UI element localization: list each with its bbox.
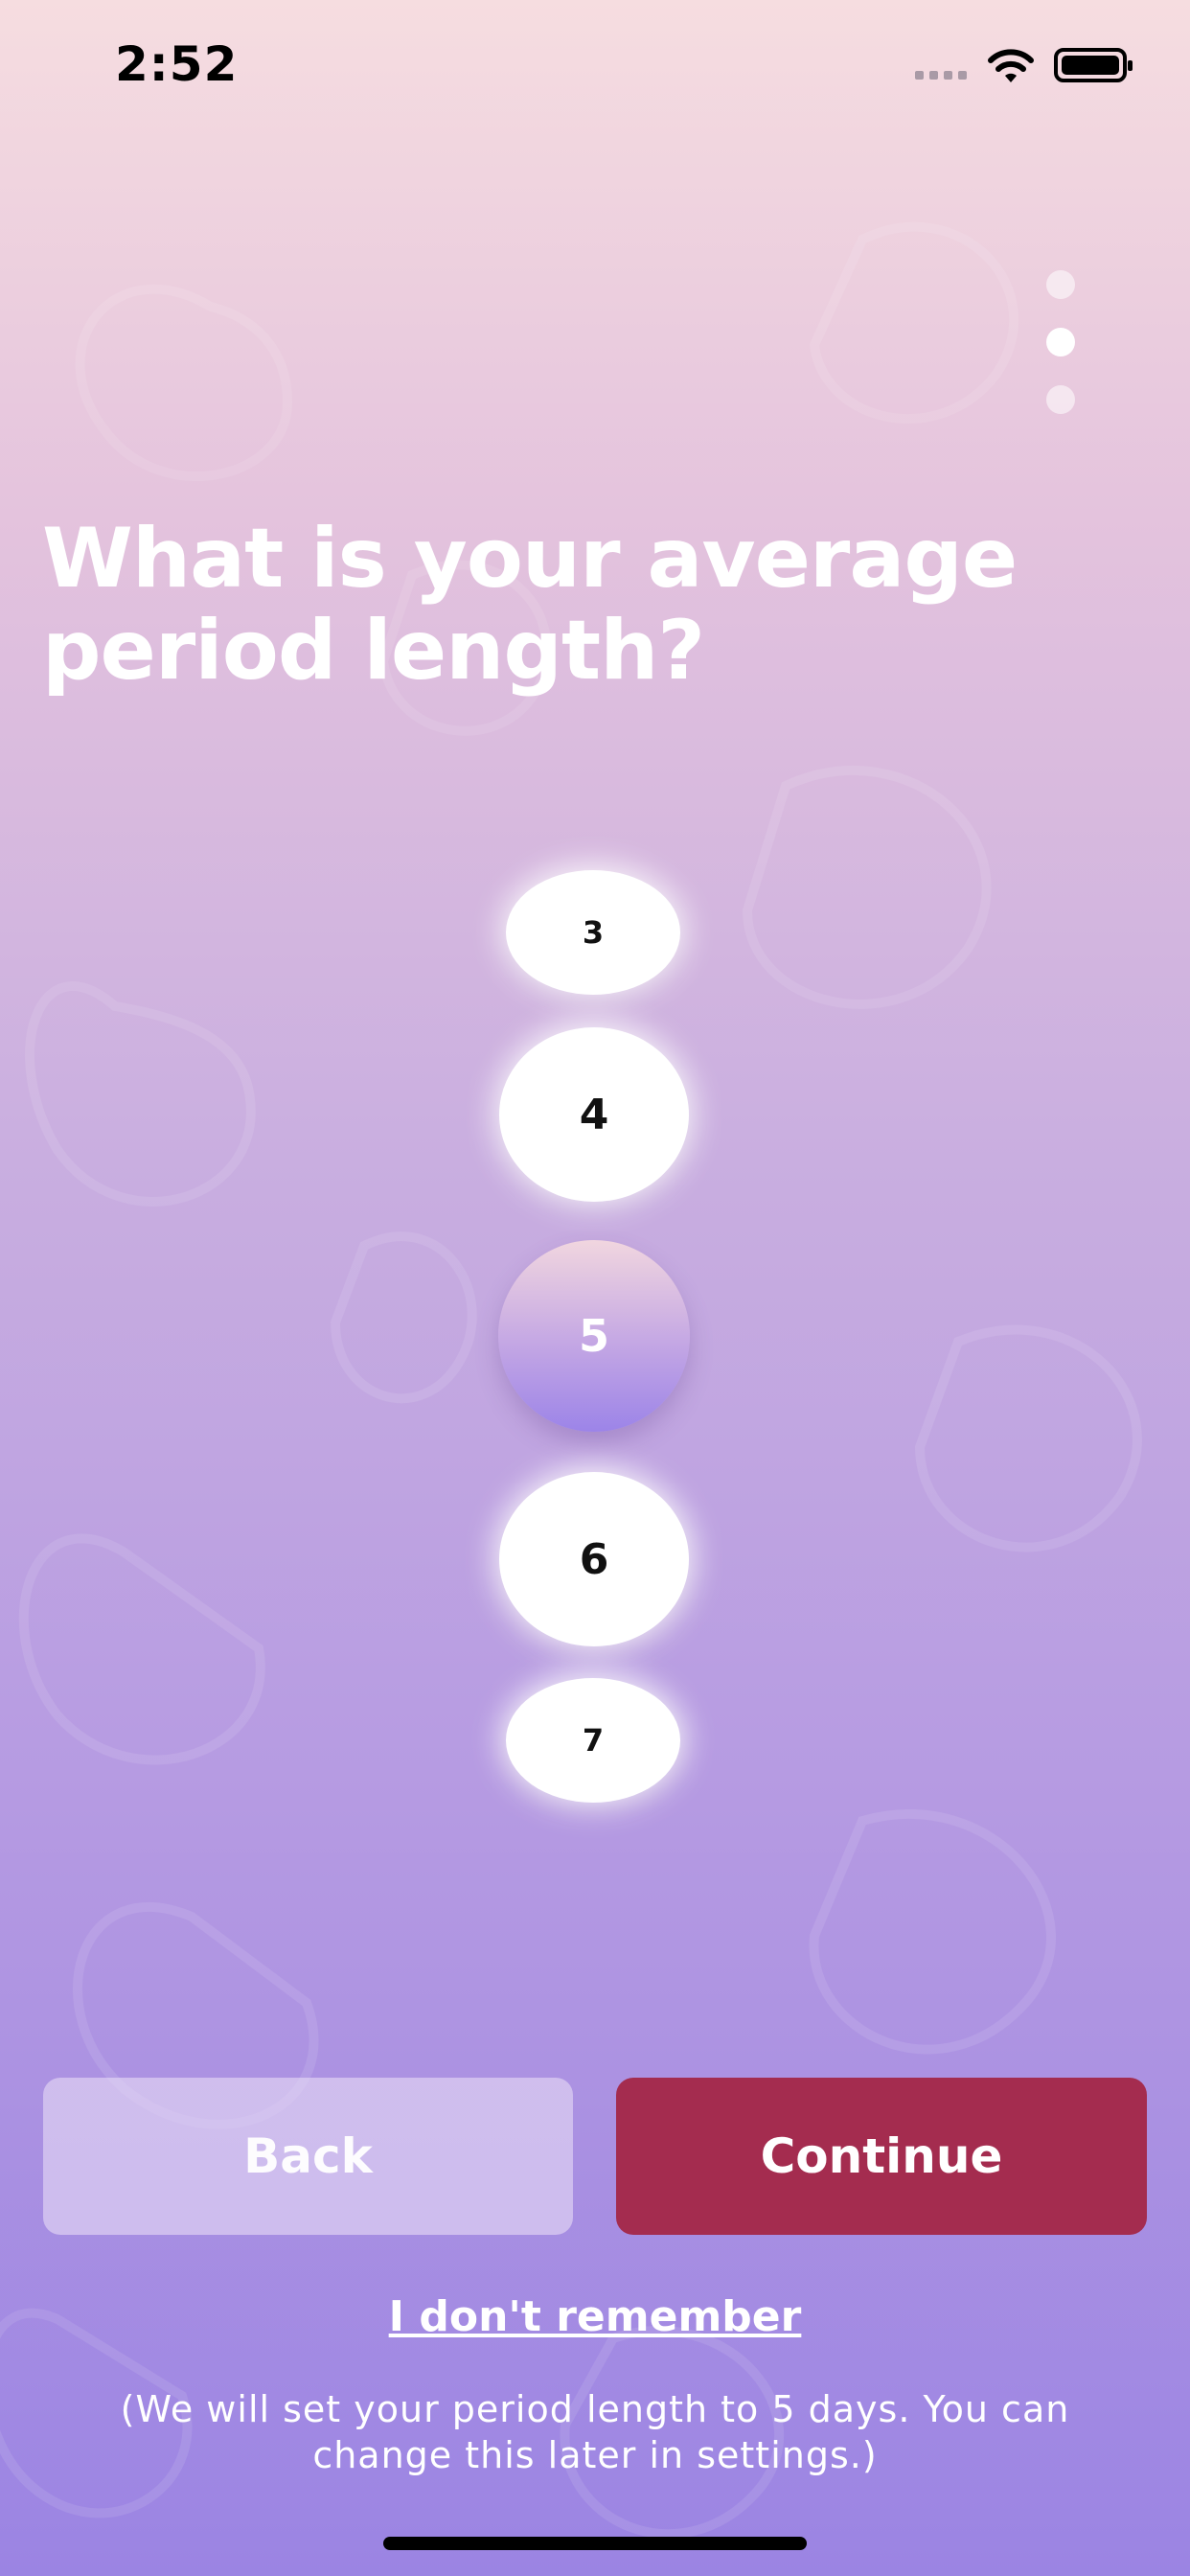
wifi-icon [988,49,1034,82]
page-dot-1 [1046,270,1075,299]
question-line-2: period length? [42,603,705,699]
dont-remember-link[interactable]: I don't remember [0,2292,1190,2341]
status-time: 2:52 [115,36,239,92]
question-line-1: What is your average [42,511,1018,607]
status-bar: 2:52 [0,0,1190,134]
battery-icon [1054,48,1133,82]
home-indicator[interactable] [383,2537,807,2550]
default-length-note: (We will set your period length to 5 day… [120,2388,1070,2476]
page-dot-3 [1046,385,1075,414]
back-button[interactable]: Back [43,2078,573,2235]
period-length-option[interactable]: 4 [499,1027,689,1202]
page-indicator [1046,270,1077,443]
period-length-option[interactable]: 6 [499,1472,689,1646]
period-length-option-selected[interactable]: 5 [498,1240,690,1432]
question-title: What is your average period length? [42,513,1096,697]
period-length-option[interactable]: 7 [506,1678,680,1803]
cellular-signal-icon [915,71,967,80]
continue-button[interactable]: Continue [616,2078,1147,2235]
page-dot-2-active [1046,328,1075,356]
period-length-option[interactable]: 3 [506,870,680,995]
